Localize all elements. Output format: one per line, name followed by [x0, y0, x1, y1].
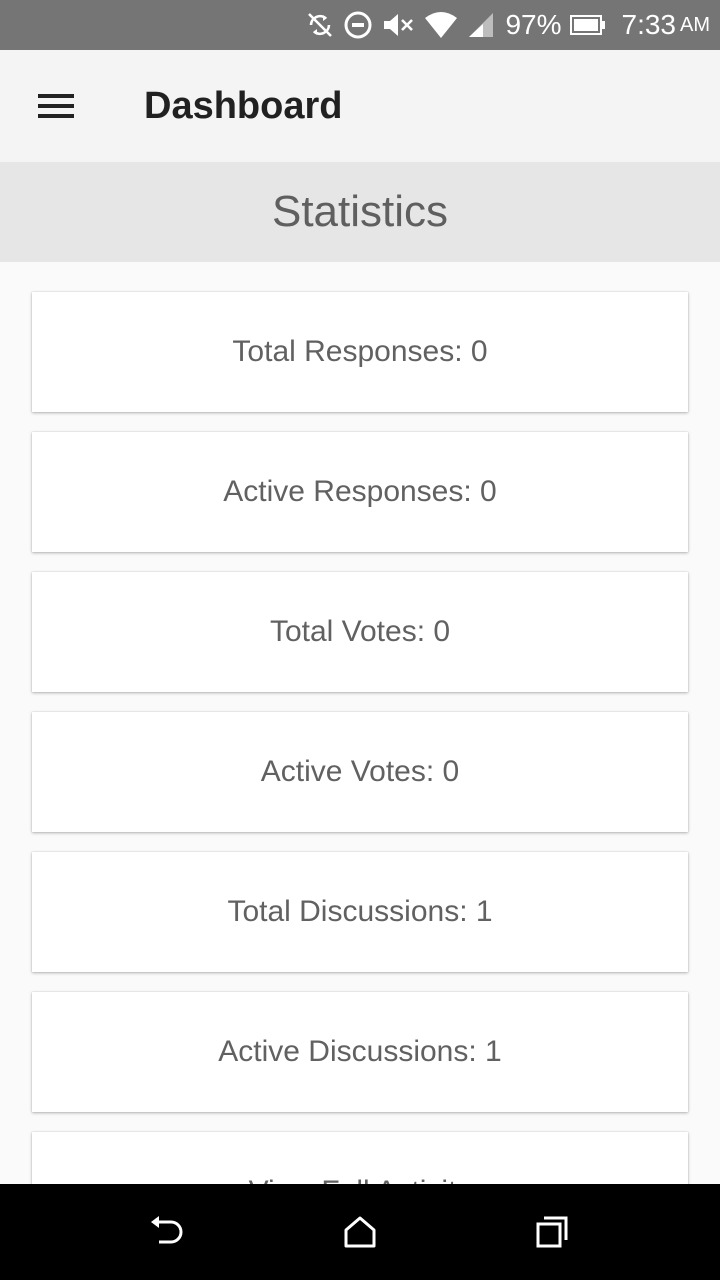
status-ampm: AM [680, 13, 710, 36]
menu-icon [38, 94, 74, 118]
back-icon [151, 1216, 183, 1244]
stat-card-total-votes[interactable]: Total Votes: 0 [32, 572, 688, 692]
navigation-bar [0, 1184, 720, 1280]
recents-icon [536, 1216, 568, 1248]
do-not-disturb-icon [343, 10, 373, 40]
stat-card-total-responses[interactable]: Total Responses: 0 [32, 292, 688, 412]
home-icon [344, 1216, 376, 1248]
stat-card-active-discussions[interactable]: Active Discussions: 1 [32, 992, 688, 1112]
volume-muted-icon [381, 10, 415, 40]
status-bar: 97% 7:33 AM [0, 0, 720, 50]
wifi-icon [423, 10, 459, 40]
app-bar: Dashboard [0, 50, 720, 162]
recents-button[interactable] [492, 1184, 612, 1280]
section-header: Statistics [0, 162, 720, 262]
status-time: 7:33 [621, 9, 677, 40]
battery-icon [569, 15, 606, 35]
cell-signal-icon [467, 11, 495, 39]
stats-list: Total Responses: 0 Active Responses: 0 T… [0, 262, 720, 1184]
home-button[interactable] [300, 1184, 420, 1280]
stat-card-active-votes[interactable]: Active Votes: 0 [32, 712, 688, 832]
page-title: Dashboard [144, 84, 343, 127]
menu-button[interactable] [0, 50, 112, 162]
back-button[interactable] [107, 1184, 227, 1280]
stat-card-active-responses[interactable]: Active Responses: 0 [32, 432, 688, 552]
stat-card-total-discussions[interactable]: Total Discussions: 1 [32, 852, 688, 972]
battery-percent: 97% [505, 9, 562, 40]
view-full-activity-button[interactable]: View Full Activity [32, 1132, 688, 1184]
sync-disabled-icon [305, 10, 335, 40]
